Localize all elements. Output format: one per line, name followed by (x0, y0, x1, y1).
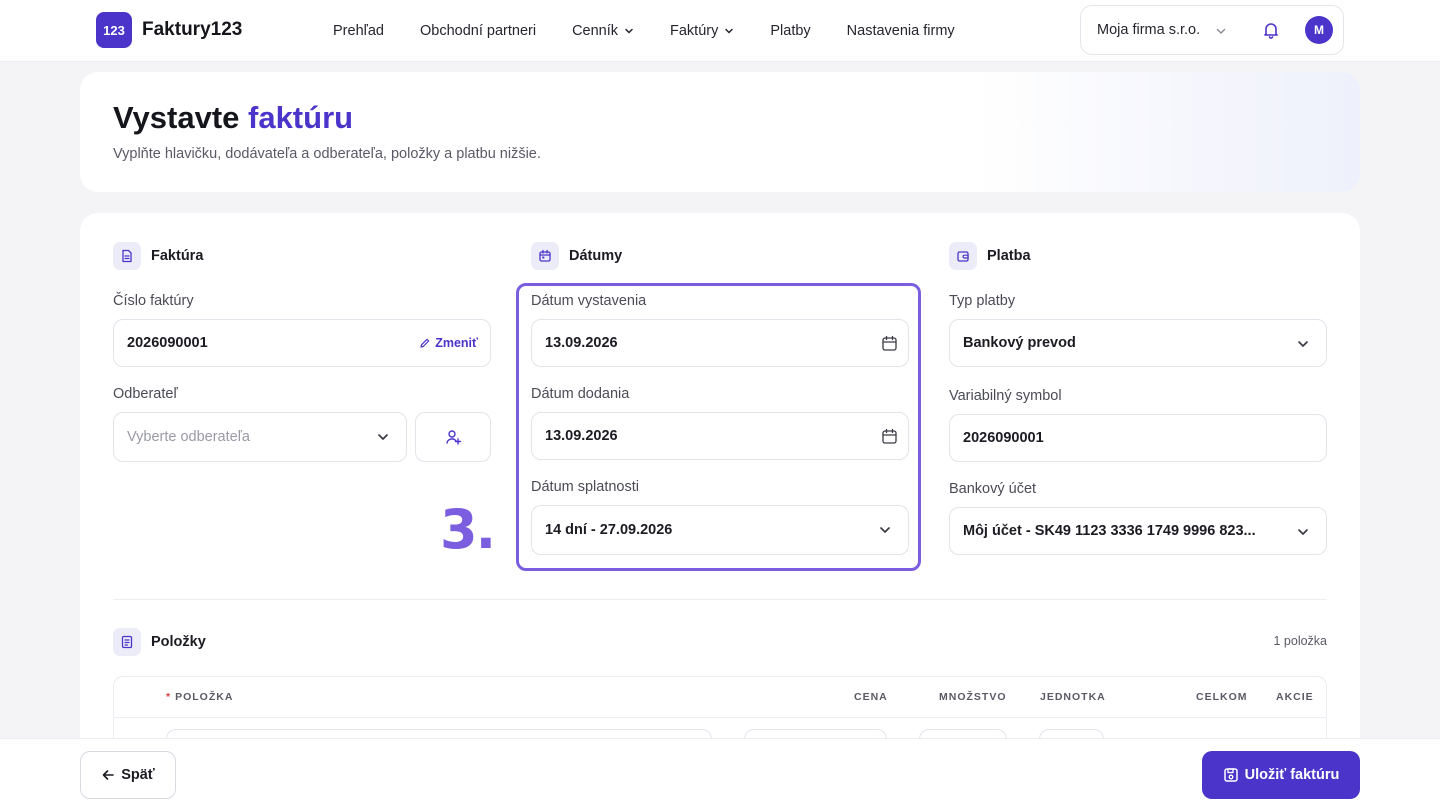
customer-placeholder: Vyberte odberateľa (127, 429, 250, 445)
save-icon (1223, 768, 1238, 782)
change-number-link[interactable]: Zmeniť (419, 336, 478, 350)
payment-type-select[interactable]: Bankový prevod (949, 319, 1327, 367)
customer-label: Odberateľ (113, 386, 178, 402)
section-title-dates: Dátumy (569, 248, 623, 264)
step-marker: 3. (440, 498, 496, 561)
add-customer-button[interactable] (415, 412, 491, 462)
invoice-number-value: 2026090001 (127, 335, 208, 351)
issue-date-label: Dátum vystavenia (531, 293, 647, 309)
nav-item-label: Cenník (572, 23, 619, 39)
delivery-date-value: 13.09.2026 (545, 428, 618, 444)
section-title-items: Položky (151, 634, 206, 650)
variable-symbol-label: Variabilný symbol (949, 388, 1062, 404)
add-user-icon (446, 430, 462, 445)
list-icon (113, 628, 141, 656)
page-title: Vystavte faktúru (113, 100, 353, 136)
page-title-accent: faktúru (248, 100, 354, 135)
payment-type-value: Bankový prevod (963, 335, 1076, 351)
nav-item-label: Obchodní partneri (419, 23, 537, 39)
required-marker: * (166, 691, 172, 703)
due-date-select[interactable]: 14 dní - 27.09.2026 (531, 505, 909, 555)
section-title-payment: Platba (987, 248, 1031, 264)
delivery-date-label: Dátum dodania (531, 386, 630, 402)
column-total: CELKOM (1196, 691, 1248, 703)
nav-item-prehlad[interactable]: Prehľad (333, 23, 384, 39)
column-price: CENA (854, 691, 888, 703)
top-navigation-bar: 123 Faktury123 Prehľad Obchodní partneri… (0, 0, 1440, 62)
calendar-icon[interactable] (881, 335, 898, 352)
variable-symbol-field[interactable]: 2026090001 (949, 414, 1327, 462)
nav-item-label: Nastavenia firmy (846, 23, 955, 39)
nav-item-nastavenia[interactable]: Nastavenia firmy (847, 23, 955, 39)
column-quantity: MNOŽSTVO (939, 691, 1007, 703)
arrow-left-icon (102, 770, 115, 780)
nav-item-label: Prehľad (333, 23, 384, 39)
avatar[interactable]: M (1305, 16, 1333, 44)
pencil-icon (420, 338, 430, 348)
chevron-down-icon[interactable] (1215, 25, 1227, 37)
items-table-header: * POLOŽKA CENA MNOŽSTVO JEDNOTKA CELKOM A… (113, 676, 1327, 718)
nav-item-label: Faktúry (670, 23, 719, 39)
nav-item-platby[interactable]: Platby (770, 23, 810, 39)
delivery-date-field[interactable]: 13.09.2026 (531, 412, 909, 460)
items-count: 1 položka (1273, 634, 1327, 648)
page-title-text: Vystavte (113, 100, 248, 135)
invoice-number-field[interactable]: 2026090001 Zmeniť (113, 319, 491, 367)
column-actions: AKCIE (1276, 691, 1314, 703)
save-invoice-label: Uložiť faktúru (1244, 767, 1340, 783)
section-title-invoice: Faktúra (151, 248, 204, 264)
save-invoice-button[interactable]: Uložiť faktúru (1202, 751, 1360, 799)
issue-date-value: 13.09.2026 (545, 335, 618, 351)
customer-select[interactable]: Vyberte odberateľa (113, 412, 407, 462)
issue-date-field[interactable]: 13.09.2026 (531, 319, 909, 367)
page-header: Vystavte faktúru Vyplňte hlavičku, dodáv… (80, 72, 1360, 192)
main-nav: Prehľad Obchodní partneri Cenník Faktúry… (333, 0, 991, 62)
payment-type-label: Typ platby (949, 293, 1016, 309)
chevron-down-icon (1298, 529, 1308, 535)
due-date-value: 14 dní - 27.09.2026 (545, 522, 673, 538)
due-date-label: Dátum splatnosti (531, 479, 639, 495)
bell-icon[interactable] (1261, 20, 1281, 40)
invoice-form-card: Faktúra Číslo faktúry 2026090001 Zmeniť … (80, 213, 1360, 810)
nav-item-partneri[interactable]: Obchodní partneri (420, 23, 536, 39)
app-name[interactable]: Faktury123 (142, 19, 242, 41)
account-panel: Moja firma s.r.o. M (1080, 5, 1344, 55)
calendar-icon (531, 242, 559, 270)
chevron-down-icon (625, 28, 633, 34)
invoice-number-label: Číslo faktúry (113, 293, 194, 309)
column-unit: JEDNOTKA (1040, 691, 1106, 703)
chevron-down-icon (880, 527, 890, 533)
calendar-icon[interactable] (881, 428, 898, 445)
column-item: * POLOŽKA (166, 691, 233, 703)
chevron-down-icon (1298, 341, 1308, 347)
bank-account-value: Môj účet - SK49 1123 3336 1749 9996 823.… (963, 523, 1256, 539)
logo-badge[interactable]: 123 (96, 12, 132, 48)
bank-account-label: Bankový účet (949, 481, 1037, 497)
company-switcher[interactable]: Moja firma s.r.o. (1097, 22, 1200, 38)
variable-symbol-value: 2026090001 (963, 430, 1044, 446)
section-divider (113, 599, 1327, 600)
form-footer: Späť Uložiť faktúru (0, 738, 1440, 810)
nav-item-cennik[interactable]: Cenník (572, 23, 634, 39)
wallet-icon (949, 242, 977, 270)
back-button[interactable]: Späť (80, 751, 176, 799)
nav-item-label: Platby (770, 23, 811, 39)
document-icon (113, 242, 141, 270)
column-item-label: POLOŽKA (175, 691, 234, 703)
change-number-label: Zmeniť (435, 336, 478, 350)
nav-item-faktury[interactable]: Faktúry (670, 23, 734, 39)
chevron-down-icon (378, 434, 388, 440)
bank-account-select[interactable]: Môj účet - SK49 1123 3336 1749 9996 823.… (949, 507, 1327, 555)
page-subtitle: Vyplňte hlavičku, dodávateľa a odberateľ… (113, 146, 541, 162)
back-button-label: Späť (121, 767, 155, 783)
chevron-down-icon (725, 28, 734, 34)
